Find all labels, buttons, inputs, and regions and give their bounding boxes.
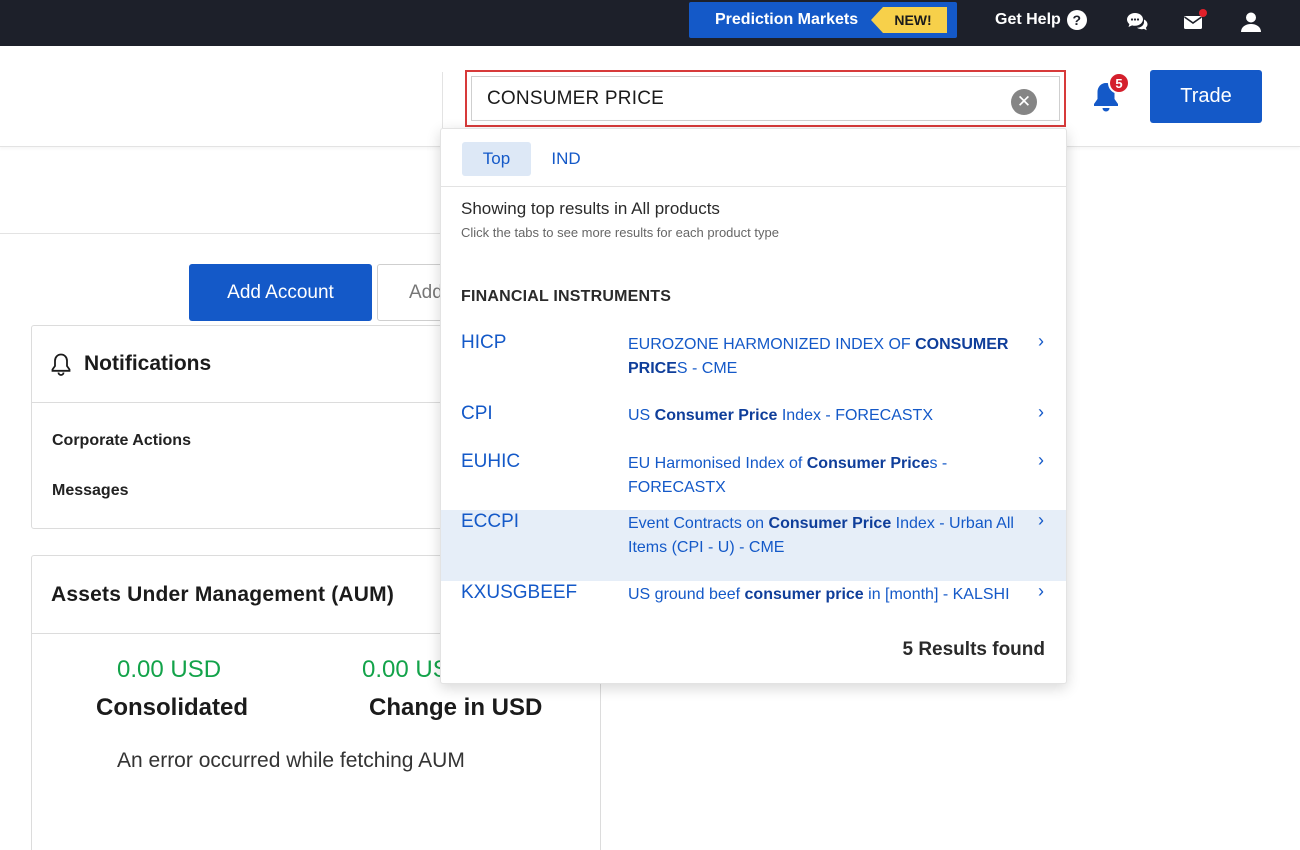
- top-nav-bar: Prediction Markets NEW! Get Help ?: [0, 0, 1300, 46]
- result-description: Event Contracts on Consumer Price Index …: [628, 512, 1028, 560]
- question-mark-icon: ?: [1066, 10, 1087, 30]
- tab-ind[interactable]: IND: [538, 142, 594, 176]
- result-description-text: US ground beef: [628, 586, 745, 603]
- aum-error-message: An error occurred while fetching AUM: [117, 749, 465, 772]
- result-symbol: KXUSGBEEF: [461, 582, 578, 603]
- financial-instruments-heading: FINANCIAL INSTRUMENTS: [461, 288, 672, 305]
- notifications-card-header: Notifications: [32, 326, 450, 403]
- chevron-right-icon: ›: [1038, 331, 1044, 351]
- messages-link[interactable]: Messages: [52, 482, 129, 500]
- result-description-match: consumer price: [744, 586, 864, 603]
- search-box-highlight: CONSUMER PRICE ✕: [465, 70, 1066, 127]
- result-description-text: in [month] - KALSHI: [863, 586, 1010, 603]
- result-row-hicp[interactable]: HICP EUROZONE HARMONIZED INDEX OF CONSUME…: [441, 331, 1066, 402]
- add-account-button[interactable]: Add Account: [189, 264, 372, 321]
- result-description: EU Harmonised Index of Consumer Prices -…: [628, 452, 1028, 500]
- search-input-value[interactable]: CONSUMER PRICE: [487, 88, 664, 110]
- aum-card-title: Assets Under Management (AUM): [51, 582, 395, 606]
- trade-button[interactable]: Trade: [1150, 70, 1262, 123]
- result-description-match: Consumer Price: [768, 515, 892, 532]
- result-symbol: ECCPI: [461, 511, 520, 532]
- result-symbol: CPI: [461, 403, 493, 424]
- result-symbol: EUHIC: [461, 451, 521, 472]
- chevron-right-icon: ›: [1038, 510, 1044, 530]
- notifications-card-title: Notifications: [84, 352, 212, 375]
- new-badge: NEW!: [871, 7, 947, 33]
- bell-outline-icon: [51, 353, 71, 376]
- consolidated-label: Consolidated: [96, 694, 249, 721]
- search-divider: [442, 72, 443, 128]
- clear-search-icon[interactable]: ✕: [1011, 89, 1037, 115]
- content-divider: [0, 233, 442, 234]
- result-row-eccpi[interactable]: ECCPI Event Contracts on Consumer Price I…: [441, 510, 1066, 581]
- notifications-card: Notifications Corporate Actions Messages: [31, 325, 451, 529]
- tab-top[interactable]: Top: [462, 142, 531, 176]
- result-description-match: Consumer Price: [654, 407, 778, 424]
- get-help-link[interactable]: Get Help ?: [995, 10, 1087, 30]
- mail-unread-dot: [1199, 9, 1207, 17]
- result-description: EUROZONE HARMONIZED INDEX OF CONSUMER PR…: [628, 333, 1028, 381]
- result-symbol: HICP: [461, 332, 507, 353]
- result-tabs: Top IND: [441, 129, 1066, 187]
- result-row-kxusgbeef[interactable]: KXUSGBEEF US ground beef consumer price i…: [441, 581, 1066, 637]
- chevron-right-icon: ›: [1038, 450, 1044, 470]
- search-input[interactable]: CONSUMER PRICE ✕: [471, 76, 1060, 121]
- notifications-count-badge: 5: [1108, 72, 1130, 94]
- user-profile-icon[interactable]: [1238, 9, 1264, 35]
- corporate-actions-link[interactable]: Corporate Actions: [52, 432, 191, 450]
- get-help-label: Get Help: [995, 11, 1061, 28]
- tabs-hint-text: Click the tabs to see more results for e…: [461, 225, 779, 240]
- chevron-right-icon: ›: [1038, 581, 1044, 601]
- result-description-match: Consumer Price: [806, 455, 930, 472]
- results-count: 5 Results found: [902, 639, 1045, 660]
- result-description: US ground beef consumer price in [month]…: [628, 583, 1028, 607]
- result-row-cpi[interactable]: CPI US Consumer Price Index - FORECASTX ›: [441, 402, 1066, 450]
- result-description-text: EUROZONE HARMONIZED INDEX OF: [628, 336, 916, 353]
- result-description: US Consumer Price Index - FORECASTX: [628, 404, 1028, 428]
- prediction-markets-label: Prediction Markets: [715, 11, 859, 28]
- mail-icon[interactable]: [1181, 9, 1207, 35]
- chevron-right-icon: ›: [1038, 402, 1044, 422]
- search-results-dropdown: Top IND Showing top results in All produ…: [440, 128, 1067, 684]
- result-description-text: S - CME: [676, 360, 738, 377]
- result-row-euhic[interactable]: EUHIC EU Harmonised Index of Consumer Pri…: [441, 450, 1066, 510]
- result-description-text: EU Harmonised Index of: [628, 455, 807, 472]
- showing-results-text: Showing top results in All products: [461, 199, 720, 218]
- change-label: Change in USD: [369, 694, 543, 721]
- consolidated-value: 0.00 USD: [117, 656, 222, 683]
- result-description-text: Index - FORECASTX: [777, 407, 933, 424]
- result-description-text: US: [628, 407, 655, 424]
- result-description-text: Event Contracts on: [628, 515, 769, 532]
- chat-icon[interactable]: [1124, 9, 1150, 35]
